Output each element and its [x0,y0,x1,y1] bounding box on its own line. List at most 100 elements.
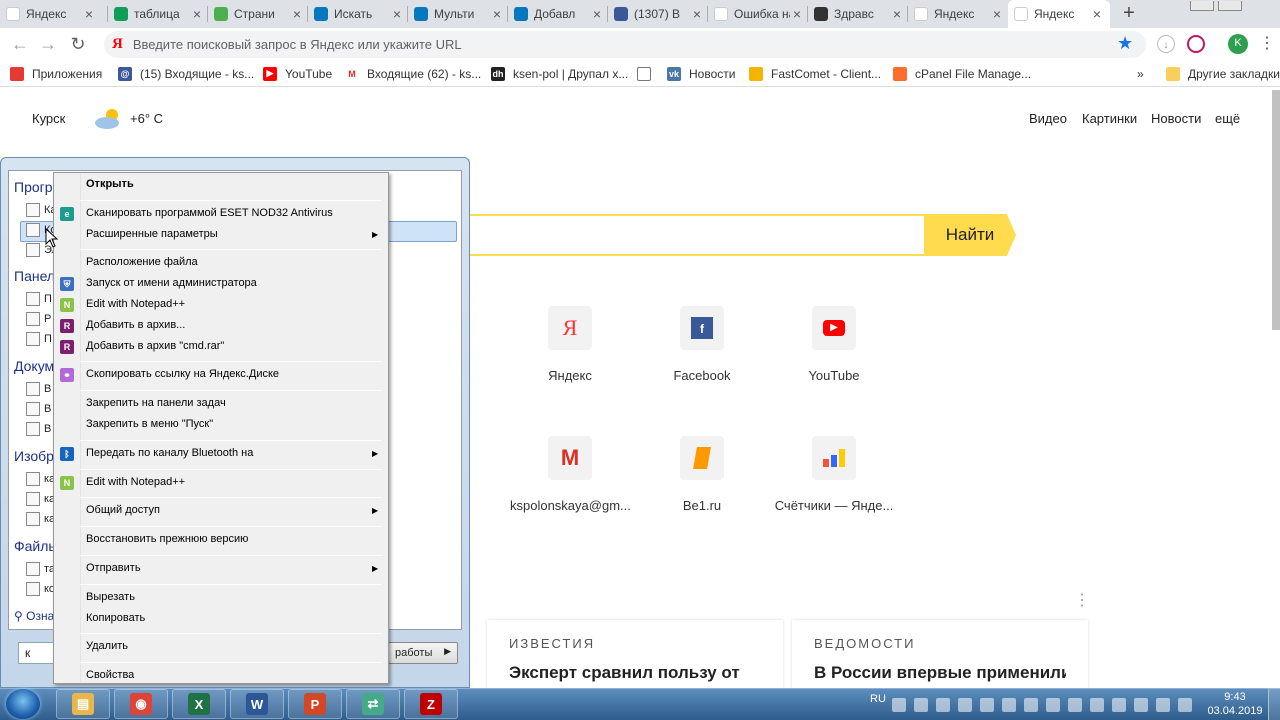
start-result-item[interactable]: В [44,403,51,415]
start-button[interactable] [6,689,40,719]
speed-dial-tile[interactable]: f Facebook [642,306,762,383]
start-result-item[interactable]: В [44,423,51,435]
tab-6[interactable]: (1307) В × [608,0,710,28]
close-tab-icon[interactable]: × [490,6,504,22]
volume-icon[interactable] [1134,698,1148,712]
taskbar-app-button[interactable]: P [288,689,342,719]
context-menu-item[interactable]: Добавить в архив... [86,319,185,331]
see-more-link[interactable]: ⚲ Озна [14,609,54,623]
clock[interactable]: 9:43 03.04.2019 [1206,689,1264,719]
back-icon[interactable]: ← [8,32,32,56]
start-result-item[interactable]: В [44,383,51,395]
news-headline[interactable]: Эксперт сравнил пользу от [509,663,761,683]
menu-icon[interactable]: ⋮ [1258,35,1276,53]
eset-tray-icon[interactable] [914,698,928,712]
language-indicator[interactable]: RU [870,693,886,705]
close-tab-icon[interactable]: × [690,6,704,22]
forward-icon[interactable]: → [36,32,60,56]
taskbar-app-button[interactable]: ▤ [56,689,110,719]
new-tab-button[interactable]: + [1118,2,1140,24]
context-menu-item[interactable]: Удалить [86,640,128,652]
context-menu-item[interactable]: Добавить в архив "cmd.rar" [86,340,224,352]
search-input[interactable] [466,214,926,256]
context-menu-item[interactable]: Восстановить прежнюю версию [86,533,248,545]
bookmark-item[interactable]: ▶ YouTube [263,64,332,83]
context-menu-item[interactable]: Edit with Notepad++ [86,476,185,488]
news-card-izvestia[interactable]: ИЗВЕСТИЯ Эксперт сравнил пользу от [487,620,783,690]
city-link[interactable]: Курск [32,111,65,126]
yandex-disk-icon[interactable] [1024,698,1038,712]
start-result-item[interactable]: Р [44,313,51,325]
speed-dial-tile[interactable]: Счётчики — Янде... [774,436,894,513]
speed-dial-tile[interactable]: Я Яндекс [510,306,630,383]
bookmark-item[interactable]: Приложения [10,64,102,83]
close-tab-icon[interactable]: × [190,6,204,22]
shield-tray-icon[interactable] [1090,698,1104,712]
tab-3[interactable]: Искать × [308,0,410,28]
taskbar-app-button[interactable]: X [172,689,226,719]
bookmark-item[interactable] [637,64,659,83]
arrow-right-icon[interactable]: ▶ [444,646,451,657]
address-bar[interactable]: Я Введите поисковый запрос в Яндекс или … [104,31,1146,58]
context-menu-item[interactable]: Копировать [86,612,145,624]
context-menu-item[interactable]: Запуск от имени администратора [86,277,257,289]
reload-icon[interactable]: ↻ [66,32,90,56]
context-menu-item[interactable]: Скопировать ссылку на Яндекс.Диске [86,368,279,380]
bookmark-item[interactable]: vk Новости [667,64,735,83]
context-menu-item[interactable]: Закрепить в меню "Пуск" [86,418,213,430]
context-menu-item[interactable]: Отправить [86,562,141,574]
settings-tray-icon[interactable] [958,698,972,712]
weather-temp[interactable]: +6° C [130,111,163,126]
page-scrollbar[interactable] [1272,90,1280,330]
context-menu-item[interactable]: Сканировать программой ESET NOD32 Antivi… [86,207,333,219]
bookmark-item[interactable]: FastComet - Client... [749,64,881,83]
speed-dial-tile[interactable]: Mkspolonskaya@gm... [510,436,630,513]
tab-9[interactable]: Яндекс × [908,0,1010,28]
network-tray-icon[interactable] [936,698,950,712]
nav-news[interactable]: Новости [1151,111,1201,126]
printer-icon[interactable] [1002,698,1016,712]
taskbar-app-button[interactable]: W [230,689,284,719]
shutdown-button[interactable]: работы ▶ [388,642,458,664]
profile-avatar[interactable]: K [1228,34,1248,54]
close-tab-icon[interactable]: × [590,6,604,22]
maximize-icon[interactable] [1218,1,1242,11]
bookmark-item[interactable]: cPanel File Manage... [893,64,1031,83]
tab-1[interactable]: таблица × [108,0,210,28]
link-tray-icon[interactable] [1156,698,1170,712]
close-tab-icon[interactable]: × [790,6,804,22]
context-menu-item[interactable]: Общий доступ [86,504,160,516]
speed-dial-tile[interactable]: Be1.ru [642,436,762,513]
nav-images[interactable]: Картинки [1082,111,1137,126]
context-menu-item[interactable]: Edit with Notepad++ [86,298,185,310]
close-tab-icon[interactable]: × [290,6,304,22]
close-tab-icon[interactable]: × [890,6,904,22]
speed-dial-tile[interactable]: ▶ YouTube [774,306,894,383]
skype-icon[interactable] [1046,698,1060,712]
search-button[interactable]: Найти [924,214,1016,256]
bookmark-star-icon[interactable]: ★ [1117,33,1133,54]
help-icon[interactable] [892,698,906,712]
bookmark-item[interactable]: M Входящие (62) - ks... [345,64,481,83]
window-controls[interactable] [1190,0,1280,11]
bookmarks-overflow-button[interactable]: » [1137,64,1144,83]
minimize-icon[interactable] [1190,1,1214,11]
more-dots-icon[interactable]: ⋮ [1074,590,1090,610]
start-result-item[interactable]: П [44,293,52,305]
nav-more[interactable]: ещё [1215,111,1240,126]
tab-7[interactable]: Ошибка нар× [708,0,810,28]
news-card-vedomosti[interactable]: ВЕДОМОСТИ В России впервые применили [792,620,1088,690]
taskbar-app-button[interactable]: ⇄ [346,689,400,719]
copy-icon[interactable] [1068,698,1082,712]
show-desktop-button[interactable] [1268,688,1280,720]
taskbar-app-button[interactable]: ◉ [114,689,168,719]
other-bookmarks[interactable]: Другие закладки [1166,64,1280,83]
tab-2[interactable]: Страни × [208,0,310,28]
tab-4[interactable]: Мульти × [408,0,510,28]
start-result-item[interactable]: П [44,333,52,345]
close-tab-icon[interactable]: × [1090,6,1104,22]
close-tab-icon[interactable]: × [82,6,96,22]
tab-5[interactable]: Добавл × [508,0,610,28]
close-tab-icon[interactable]: × [390,6,404,22]
context-menu-item[interactable]: Свойства [86,669,134,681]
